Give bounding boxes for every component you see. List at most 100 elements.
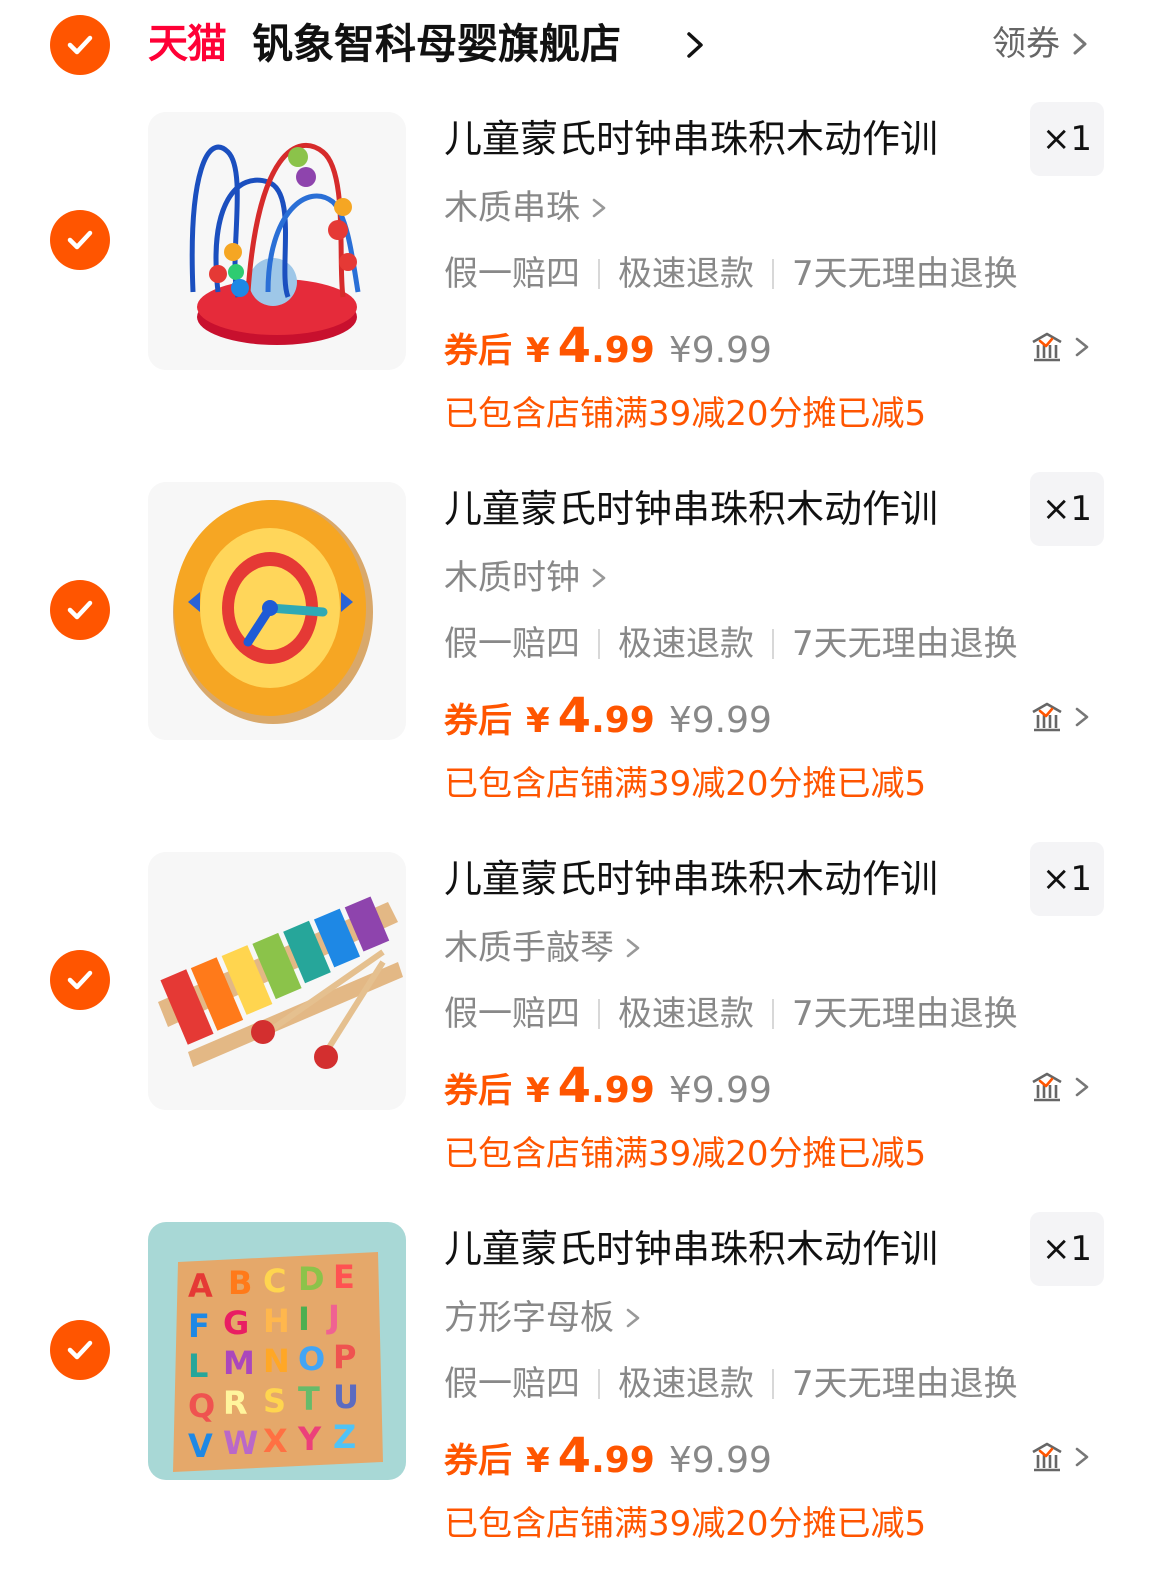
price-detail-button[interactable] xyxy=(1030,1070,1090,1104)
svg-text:H: H xyxy=(263,1302,290,1340)
cart-item: 儿童蒙氏时钟串珠积木动作训 ×1 木质串珠 假一赔四 极速退款 7天无理由退换 … xyxy=(0,102,1170,482)
original-price: ¥9.99 xyxy=(668,330,772,371)
product-thumbnail[interactable] xyxy=(148,482,406,740)
quantity-stepper[interactable]: ×1 xyxy=(1030,472,1104,546)
shop-name-link[interactable]: 钒象智科母婴旗舰店 xyxy=(252,18,621,70)
svg-text:R: R xyxy=(223,1384,248,1422)
xylophone-toy-image xyxy=(148,852,406,1110)
quantity-stepper[interactable]: ×1 xyxy=(1030,1212,1104,1286)
wooden-clock-toy-image xyxy=(148,482,406,740)
service-tag: 极速退款 xyxy=(618,1364,754,1404)
sku-selector[interactable]: 木质时钟 xyxy=(444,556,608,600)
svg-text:T: T xyxy=(298,1380,320,1418)
svg-text:O: O xyxy=(298,1340,325,1378)
price-detail-button[interactable] xyxy=(1030,700,1090,734)
svg-text:B: B xyxy=(228,1264,252,1302)
chevron-right-icon xyxy=(1075,707,1089,727)
price-decimal: .99 xyxy=(591,1070,655,1111)
svg-text:F: F xyxy=(188,1307,210,1345)
price-decimal: .99 xyxy=(591,1440,655,1481)
price-decimal: .99 xyxy=(591,700,655,741)
chevron-right-icon xyxy=(1075,1077,1089,1097)
quantity-stepper[interactable]: ×1 xyxy=(1030,842,1104,916)
svg-text:D: D xyxy=(298,1260,325,1298)
svg-text:Z: Z xyxy=(333,1418,356,1456)
svg-text:J: J xyxy=(326,1298,340,1336)
item-select-checkbox[interactable] xyxy=(50,580,110,640)
price-decimal: .99 xyxy=(591,330,655,371)
discount-note: 已包含店铺满39减20分摊已减5 xyxy=(444,394,927,434)
chevron-right-icon xyxy=(1073,33,1087,55)
sku-label: 木质手敲琴 xyxy=(444,928,614,968)
product-title[interactable]: 儿童蒙氏时钟串珠积木动作训 xyxy=(444,854,938,904)
divider xyxy=(772,999,774,1029)
currency-symbol: ¥ xyxy=(526,1071,550,1111)
product-thumbnail[interactable] xyxy=(148,852,406,1110)
service-tag: 极速退款 xyxy=(618,624,754,664)
product-title[interactable]: 儿童蒙氏时钟串珠积木动作训 xyxy=(444,1224,938,1274)
discount-note: 已包含店铺满39减20分摊已减5 xyxy=(444,764,927,804)
item-select-checkbox[interactable] xyxy=(50,210,110,270)
svg-text:I: I xyxy=(298,1300,310,1338)
checkmark-icon xyxy=(67,35,93,55)
svg-text:V: V xyxy=(188,1427,213,1465)
sku-selector[interactable]: 木质手敲琴 xyxy=(444,926,642,970)
price-breakdown-icon xyxy=(1032,702,1062,732)
sku-label: 木质时钟 xyxy=(444,558,580,598)
svg-text:A: A xyxy=(188,1267,213,1305)
product-title[interactable]: 儿童蒙氏时钟串珠积木动作训 xyxy=(444,484,938,534)
price-detail-button[interactable] xyxy=(1030,1440,1090,1474)
shop-header: 天猫 钒象智科母婴旗舰店 领券 xyxy=(0,0,1170,90)
service-tags: 假一赔四 极速退款 7天无理由退换 xyxy=(444,252,1018,296)
divider xyxy=(772,259,774,289)
divider xyxy=(598,629,600,659)
checkmark-icon xyxy=(67,1340,93,1360)
price-detail-button[interactable] xyxy=(1030,330,1090,364)
service-tag: 假一赔四 xyxy=(444,624,580,664)
item-select-checkbox[interactable] xyxy=(50,950,110,1010)
price-row: 券后 ¥ 4 .99 ¥9.99 xyxy=(444,1058,772,1118)
product-thumbnail[interactable] xyxy=(148,112,406,370)
price-integer: 4 xyxy=(557,1058,592,1114)
shop-select-checkbox[interactable] xyxy=(50,15,110,75)
original-price: ¥9.99 xyxy=(668,700,772,741)
coupon-label: 领券 xyxy=(992,24,1060,64)
svg-text:W: W xyxy=(223,1424,258,1462)
cart-item: ABCDE FGHIJ LMNOP QRSTU VWXYZ 儿童蒙氏时钟串珠积木… xyxy=(0,1212,1170,1591)
svg-text:N: N xyxy=(263,1342,290,1380)
quantity-stepper[interactable]: ×1 xyxy=(1030,102,1104,176)
currency-symbol: ¥ xyxy=(526,331,550,371)
sku-selector[interactable]: 木质串珠 xyxy=(444,186,608,230)
price-label: 券后 xyxy=(444,331,512,371)
cart-item: 儿童蒙氏时钟串珠积木动作训 ×1 木质手敲琴 假一赔四 极速退款 7天无理由退换… xyxy=(0,842,1170,1222)
service-tag: 假一赔四 xyxy=(444,1364,580,1404)
chevron-right-icon xyxy=(1075,337,1089,357)
get-coupon-button[interactable]: 领券 xyxy=(992,22,1090,66)
chevron-right-icon xyxy=(626,1308,640,1328)
sku-selector[interactable]: 方形字母板 xyxy=(444,1296,642,1340)
product-thumbnail[interactable]: ABCDE FGHIJ LMNOP QRSTU VWXYZ xyxy=(148,1222,406,1480)
tmall-logo: 天猫 xyxy=(148,21,227,67)
product-title[interactable]: 儿童蒙氏时钟串珠积木动作训 xyxy=(444,114,938,164)
divider xyxy=(772,1369,774,1399)
chevron-right-icon xyxy=(592,198,606,218)
service-tag: 极速退款 xyxy=(618,994,754,1034)
checkmark-icon xyxy=(67,970,93,990)
original-price: ¥9.99 xyxy=(668,1440,772,1481)
service-tags: 假一赔四 极速退款 7天无理由退换 xyxy=(444,1362,1018,1406)
service-tag: 7天无理由退换 xyxy=(792,254,1018,294)
divider xyxy=(598,999,600,1029)
svg-text:Q: Q xyxy=(188,1387,215,1425)
item-select-checkbox[interactable] xyxy=(50,1320,110,1380)
service-tag: 7天无理由退换 xyxy=(792,1364,1018,1404)
divider xyxy=(598,259,600,289)
svg-text:U: U xyxy=(333,1378,359,1416)
svg-text:P: P xyxy=(333,1338,356,1376)
checkmark-icon xyxy=(67,230,93,250)
chevron-right-icon[interactable] xyxy=(683,30,707,60)
chevron-right-icon xyxy=(1075,1447,1089,1467)
svg-text:L: L xyxy=(188,1347,208,1385)
divider xyxy=(598,1369,600,1399)
price-row: 券后 ¥ 4 .99 ¥9.99 xyxy=(444,688,772,748)
bead-maze-toy-image xyxy=(148,112,406,370)
